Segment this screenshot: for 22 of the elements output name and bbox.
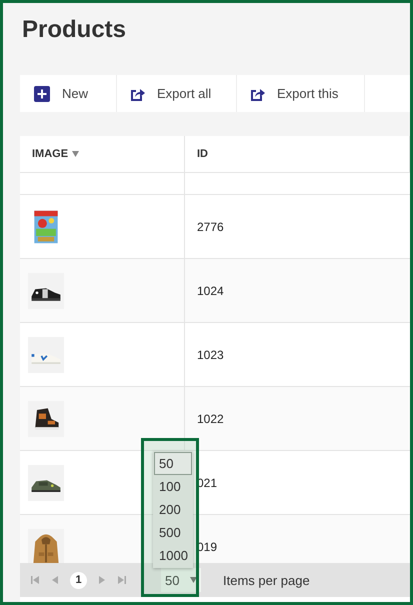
next-page-icon[interactable] <box>97 575 107 585</box>
dropdown-option[interactable]: 50 <box>154 452 192 475</box>
column-header[interactable]: IMAGE <box>32 148 68 160</box>
previous-page-icon[interactable] <box>50 575 60 585</box>
table-cell-text: 2776 <box>196 220 224 234</box>
table-cell-text: 1023 <box>196 348 224 362</box>
caret-icon <box>190 577 197 583</box>
dropdown-option[interactable]: 500 <box>154 521 192 544</box>
per-page-label: Items per page <box>223 572 310 588</box>
last-page-icon[interactable] <box>117 575 127 585</box>
page-title: Products <box>21 15 128 45</box>
first-page-icon[interactable] <box>30 575 40 585</box>
dropdown-option[interactable]: 1000 <box>154 544 192 567</box>
dropdown-option[interactable]: 200 <box>154 498 192 521</box>
table-cell-text: 1022 <box>196 412 224 426</box>
page-button[interactable]: 1 <box>70 572 87 588</box>
dropdown-option[interactable]: 100 <box>154 475 192 498</box>
plus-icon <box>34 86 50 102</box>
sort-icon <box>72 151 80 157</box>
table-cell-text: 1024 <box>196 284 224 298</box>
per-page-select[interactable]: 50 <box>161 568 201 592</box>
column-header[interactable]: ID <box>197 148 208 160</box>
